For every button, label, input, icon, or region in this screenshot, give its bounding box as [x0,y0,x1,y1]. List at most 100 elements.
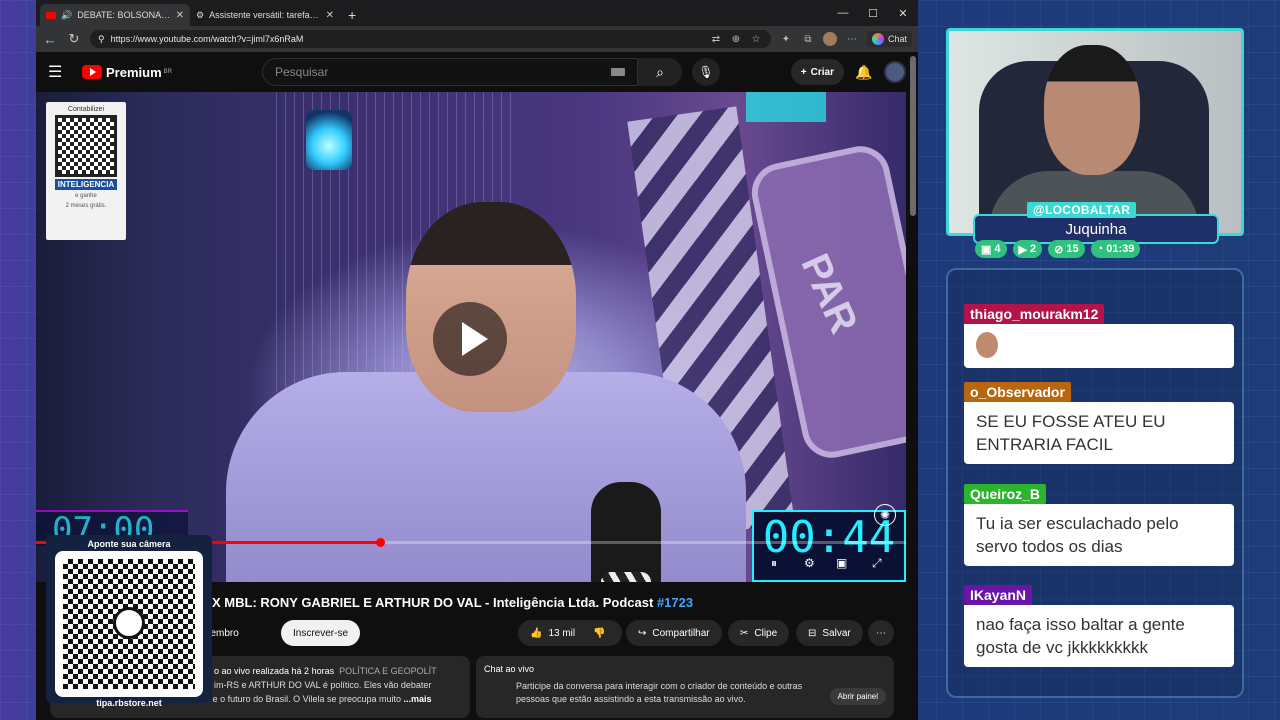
clip-button[interactable]: ✂ Clipe [728,620,790,646]
url-field[interactable]: ⚲ https://www.youtube.com/watch?v=jiml7x… [90,30,771,48]
title-hashtag[interactable]: #1723 [657,595,693,610]
more-link[interactable]: ...mais [404,694,432,704]
like-button[interactable]: 👍 13 mil 👎 [518,620,622,646]
bookmark-star-icon[interactable]: ☆ [749,34,763,45]
brain-icon: ✺ [874,504,896,526]
extensions-icon[interactable]: ✦ [779,34,793,45]
scrollbar-thumb[interactable] [910,56,916,216]
share-label: Compartilhar [652,627,710,639]
close-tab-icon[interactable]: ✕ [176,10,184,21]
sponsor-line1: e ganhe [75,193,97,199]
translate-icon[interactable]: ⇄ [709,34,723,45]
zoom-icon[interactable]: ⊕ [729,34,743,45]
progress-knob[interactable] [375,538,385,547]
qr-overlay-box [55,551,203,697]
video-title: X MBL: RONY GABRIEL E ARTHUR DO VAL - In… [212,595,693,610]
chat-message: IKayanN nao faça isso baltar a gente gos… [964,585,1234,667]
stat-clock: ◔ 01:39 [1090,240,1141,258]
title-text: X MBL: RONY GABRIEL E ARTHUR DO VAL - In… [212,595,657,610]
streamer-handle: @LOCOBALTAR [1027,202,1137,218]
openai-favicon-icon: ⚙ [196,9,205,20]
close-tab-icon[interactable]: ✕ [326,10,334,21]
bookmark-icon: ⊟ [808,627,817,639]
maximize-icon[interactable]: ☐ [858,7,888,20]
youtube-favicon-icon [46,11,56,19]
collections-icon[interactable]: ⧉ [801,34,815,45]
sponsor-qr-card: Contabilizei INTELIGENCIA e ganhe 2 mese… [46,102,126,240]
audio-icon[interactable]: 🔊 [61,10,72,21]
bell-icon[interactable]: 🔔 [854,64,874,81]
minimize-icon[interactable]: — [828,7,858,19]
search-input[interactable]: Pesquisar [261,58,638,86]
stat-value: 15 [1066,243,1079,255]
tab-assistant[interactable]: ⚙ Assistente versátil: tarefas, respost … [190,4,340,26]
thumbs-up-icon: 👍 [530,627,543,639]
chat-username: o_Observador [964,382,1071,402]
subscribe-button[interactable]: Inscrever-se [281,620,361,646]
video-player[interactable]: PAR Contabilizei INTELIGENCIA e ganhe 2 … [36,92,906,582]
create-button[interactable]: + Criar [790,59,844,85]
thumbs-down-icon[interactable]: 👎 [593,628,605,639]
microphone [591,482,661,582]
play-button[interactable] [433,302,507,376]
settings-icon[interactable]: ⚙ [804,556,815,570]
clip-label: Clipe [754,627,778,639]
mic-icon[interactable]: 🎙 [691,58,720,86]
more-actions-icon[interactable]: ⋯ [868,620,894,646]
stat-video: ▶ 2 [1012,240,1043,258]
save-label: Salvar [822,627,851,639]
youtube-logo[interactable]: Premium BR [82,65,172,80]
back-icon[interactable]: ← [42,32,58,47]
fullscreen-icon[interactable]: ⤢ [872,556,882,571]
desc-tag[interactable]: POLÍTICA E GEOPOLÍT [339,666,437,676]
sponsor-label: Contabilizei [67,106,105,113]
keyboard-icon[interactable] [610,68,625,76]
tab-debate[interactable]: 🔊 DEBATE: BOLSONARISTA X M ✕ [40,4,190,26]
qr-overlay: Aponte sua câmera tipa.rbstore.net [46,535,212,708]
emote-icon [976,332,998,358]
chat-label: Chat [887,34,907,44]
desc-meta: o ao vivo realizada há 2 horas [214,666,335,676]
like-count: 13 mil [548,627,576,639]
qr-code [63,559,195,689]
search-icon[interactable]: ⌕ [637,58,682,86]
chat-message: Queiroz_B Tu ia ser esculachado pelo ser… [964,484,1234,566]
save-button[interactable]: ⊟ Salvar [796,620,863,646]
address-bar-row: ← ↻ ⚲ https://www.youtube.com/watch?v=ji… [36,26,918,52]
neon-light [746,92,826,122]
video-icon: ▶ [1018,243,1027,256]
chat-username: IKayanN [964,585,1033,605]
profile-avatar[interactable] [822,32,837,46]
autoplay-toggle-icon[interactable]: ⏸ [771,556,777,571]
stat-value: 4 [994,243,1001,255]
logo-region: BR [163,69,172,75]
user-avatar[interactable] [884,61,906,83]
new-tab-button[interactable]: + [340,4,364,26]
chat-text: nao faça isso baltar a gente gosta de vc… [964,605,1234,667]
clock-icon: ◔ [1096,243,1104,255]
link-icon: ⊘ [1054,243,1064,256]
copilot-chat-button[interactable]: Chat [866,31,912,47]
share-button[interactable]: ↪ Compartilhar [626,620,722,646]
subscribe-label: Inscrever-se [293,627,349,639]
close-window-icon[interactable]: ✕ [888,7,918,20]
reload-icon[interactable]: ↻ [66,31,82,47]
chat-text: Tu ia ser esculachado pelo servo todos o… [964,504,1234,566]
tab-bar: 🔊 DEBATE: BOLSONARISTA X M ✕ ⚙ Assistent… [36,0,918,26]
stat-value: 2 [1030,243,1037,255]
miniplayer-icon[interactable]: ▣ [836,556,847,570]
site-info-icon[interactable]: ⚲ [98,34,105,45]
stat-chat: ▣ 4 [975,240,1007,258]
more-menu-icon[interactable]: ⋯ [845,34,859,45]
stream-chat-panel: thiago_mourakm12 o_Observador SE EU FOSS… [946,268,1244,698]
menu-icon[interactable]: ☰ [48,62,72,82]
stat-value: 01:39 [1106,243,1135,255]
desc-line: im-RS e ARTHUR DO VAL é político. Eles v… [214,680,432,690]
tab-label: DEBATE: BOLSONARISTA X M [77,10,171,20]
open-panel-button[interactable]: Abrir painel [829,688,886,705]
chat-username: Queiroz_B [964,484,1047,504]
scissors-icon: ✂ [740,627,749,639]
qr-overlay-url: tipa.rbstore.net [96,698,162,708]
page-scrollbar[interactable] [910,56,916,716]
url-text: https://www.youtube.com/watch?v=jiml7x6n… [110,34,304,44]
